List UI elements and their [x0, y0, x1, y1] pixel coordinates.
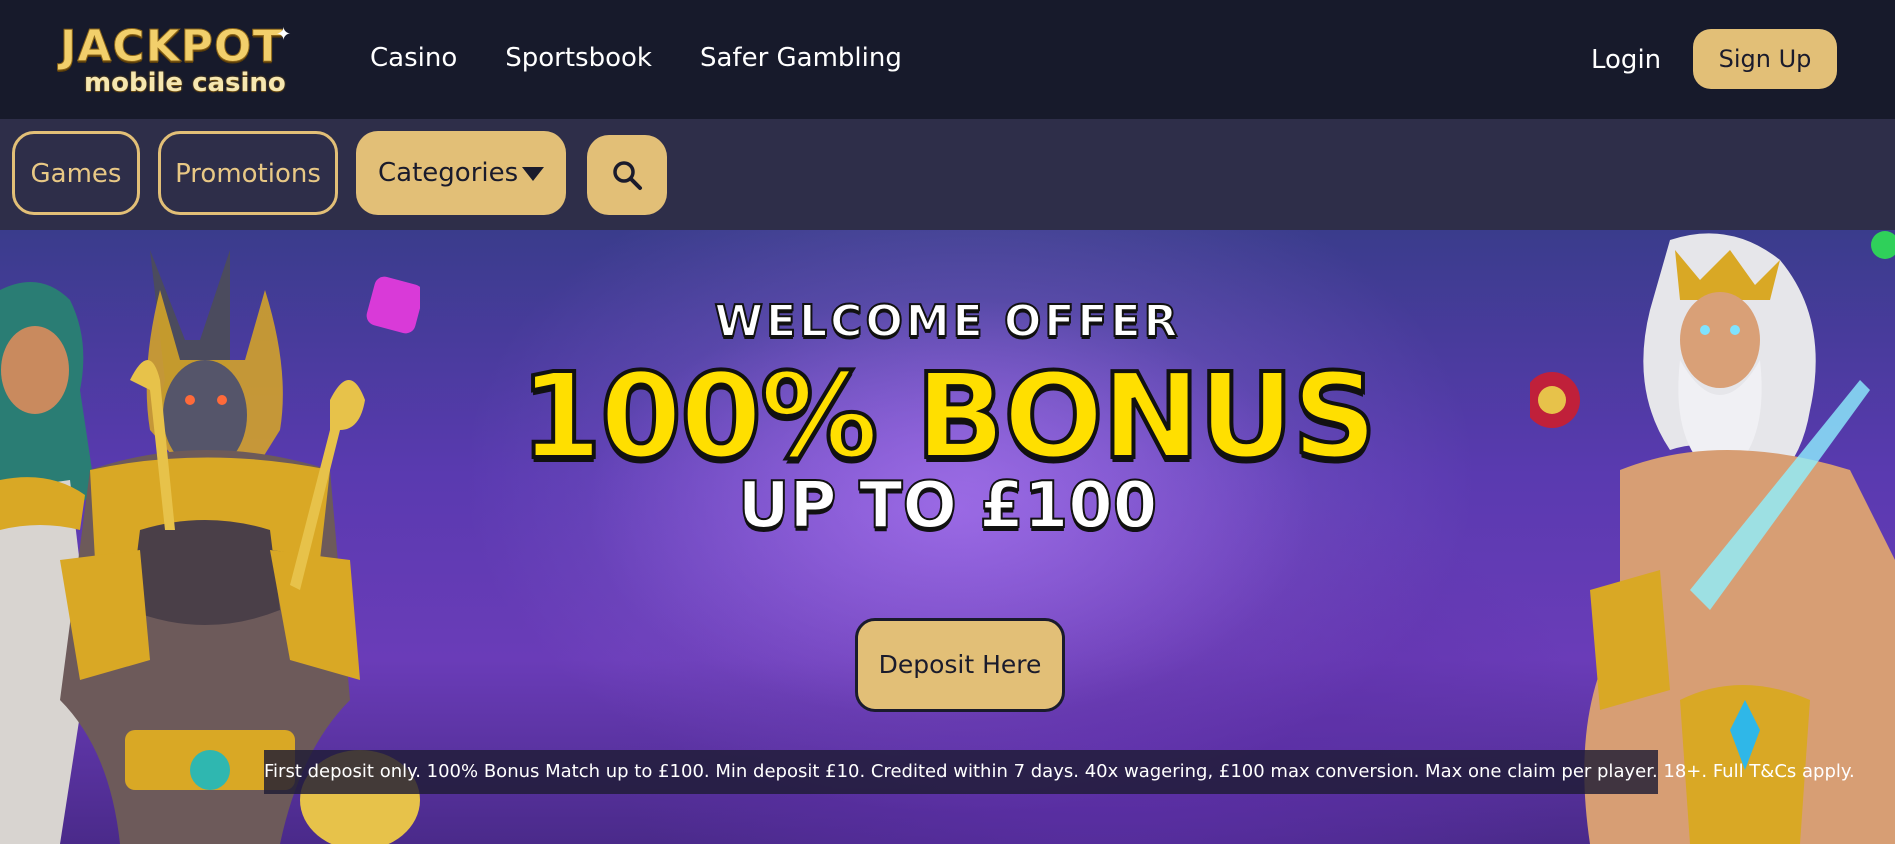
- sparkle-icon: ✦: [276, 24, 292, 44]
- logo-tagline: mobile casino: [84, 68, 286, 98]
- sub-nav: Games Promotions Categories: [0, 119, 1895, 230]
- nav-safer-gambling[interactable]: Safer Gambling: [700, 42, 902, 74]
- chevron-down-icon: [522, 167, 544, 181]
- logo-wordmark: JACKPOT: [59, 21, 284, 72]
- categories-dropdown[interactable]: Categories: [356, 131, 566, 215]
- search-button[interactable]: [587, 135, 667, 215]
- site-logo[interactable]: JACKPOT mobile casino ✦: [58, 21, 294, 100]
- bonus-amount: UP TO £100: [737, 469, 1159, 543]
- promotions-button[interactable]: Promotions: [158, 131, 338, 215]
- welcome-offer-heading: WELCOME OFFER: [714, 295, 1181, 348]
- terms-text: First deposit only. 100% Bonus Match up …: [264, 750, 1855, 794]
- top-header: JACKPOT mobile casino ✦ Casino Sportsboo…: [0, 0, 1895, 119]
- bonus-headline: 100% BONUS: [518, 347, 1379, 485]
- search-icon: [613, 161, 642, 190]
- login-link[interactable]: Login: [1591, 44, 1661, 76]
- nav-casino[interactable]: Casino: [370, 42, 457, 74]
- nav-sportsbook[interactable]: Sportsbook: [505, 42, 652, 74]
- games-button[interactable]: Games: [12, 131, 140, 215]
- deposit-button[interactable]: Deposit Here: [855, 618, 1065, 712]
- signup-button[interactable]: Sign Up: [1693, 29, 1837, 89]
- hero-banner: WELCOME OFFER 100% BONUS UP TO £100 Depo…: [0, 230, 1895, 844]
- categories-label: Categories: [378, 158, 519, 188]
- main-nav: Casino Sportsbook Safer Gambling: [370, 42, 902, 74]
